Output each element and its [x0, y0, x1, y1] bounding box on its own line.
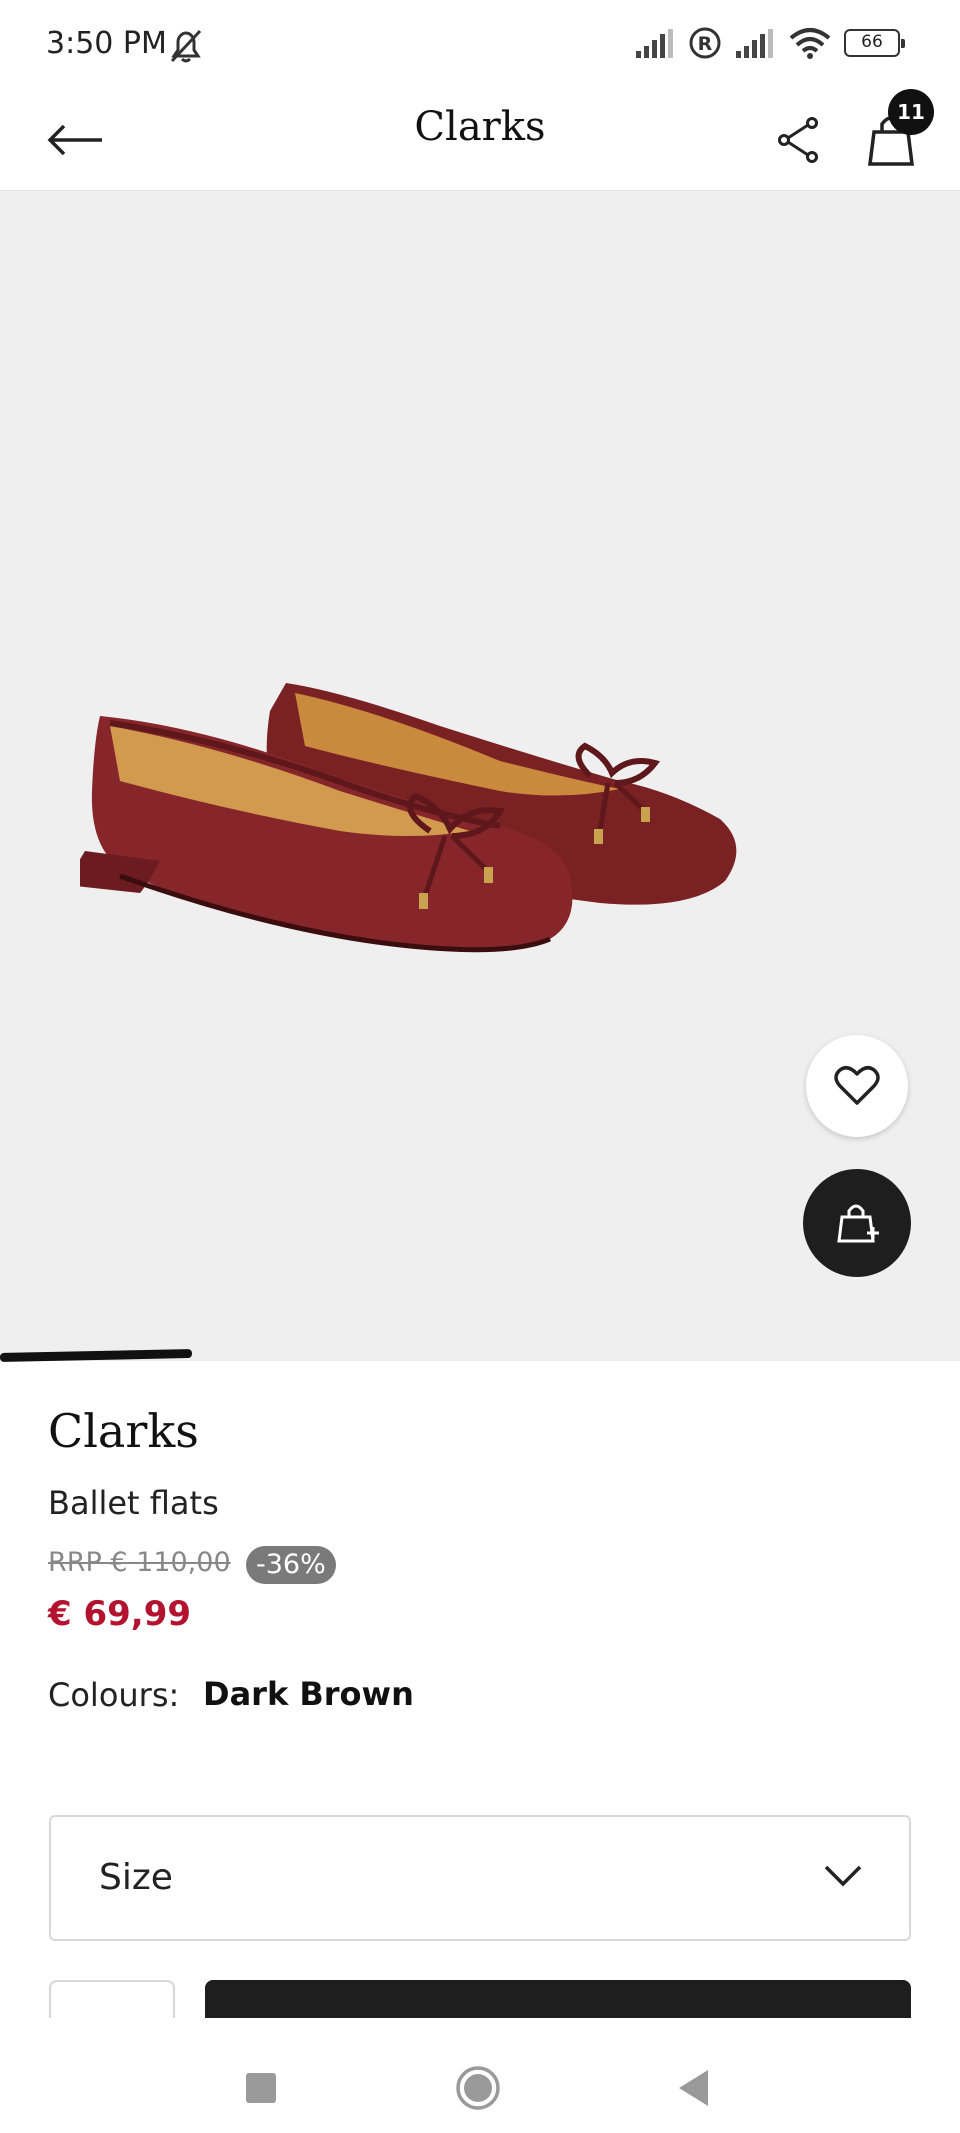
chevron-down-icon: [824, 1865, 862, 1887]
discount-badge: -36%: [246, 1546, 336, 1584]
colours-label: Colours:: [48, 1676, 180, 1714]
rrp-price: RRP € 110,00: [48, 1547, 231, 1578]
signal-icon: [636, 29, 673, 58]
favorite-button[interactable]: [806, 1035, 908, 1137]
wifi-icon: [789, 28, 831, 59]
system-nav-bar: [0, 2018, 960, 2133]
registered-icon: R: [689, 27, 721, 59]
share-icon: [778, 117, 818, 163]
size-label: Size: [99, 1857, 173, 1898]
signal-icon: [736, 29, 773, 58]
status-bar: 3:50 PM R 66: [0, 0, 960, 90]
quick-add-to-bag-button[interactable]: [803, 1169, 911, 1277]
size-dropdown[interactable]: Size: [49, 1815, 911, 1941]
product-brand[interactable]: Clarks: [48, 1404, 199, 1458]
product-image: [80, 683, 737, 953]
arrow-left-icon: [47, 124, 102, 156]
back-triangle-icon[interactable]: [676, 2068, 712, 2108]
app-header: Clarks: [0, 90, 960, 191]
status-time: 3:50 PM: [46, 26, 167, 61]
sale-price: € 69,99: [48, 1594, 192, 1634]
product-image-gallery[interactable]: [0, 191, 960, 1361]
recent-apps-icon[interactable]: [246, 2073, 276, 2103]
svg-text:R: R: [698, 33, 713, 55]
heart-icon: [834, 1066, 880, 1105]
bag-plus-icon: [837, 1204, 879, 1243]
add-to-cart-button[interactable]: [205, 1980, 911, 2020]
battery-icon: 66: [844, 29, 905, 57]
colour-value: Dark Brown: [203, 1675, 414, 1713]
dnd-off-icon: [170, 29, 202, 63]
product-name: Ballet flats: [48, 1484, 219, 1522]
home-icon[interactable]: [455, 2065, 501, 2111]
cart-count-badge: 11: [888, 89, 934, 135]
back-button[interactable]: [44, 108, 108, 172]
share-button[interactable]: [770, 108, 826, 172]
